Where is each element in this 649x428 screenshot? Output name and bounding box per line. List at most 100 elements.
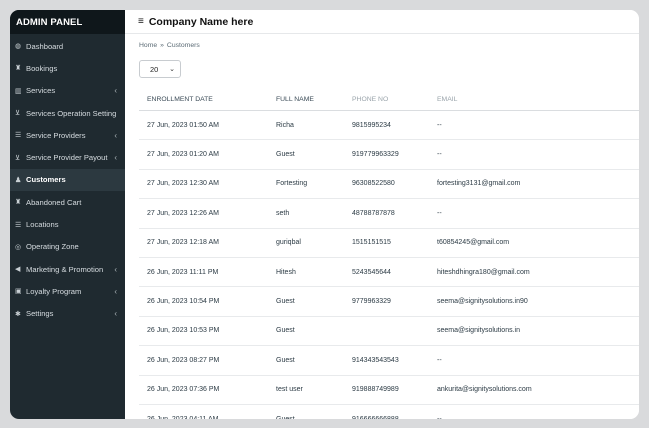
- cell-email: --: [437, 151, 442, 159]
- sidebar-item-services-operation-setting[interactable]: ⊻ Services Operation Setting: [10, 102, 125, 124]
- table-row[interactable]: 27 Jun, 2023 12:30 AM Fortesting 963085225…: [139, 170, 639, 200]
- cell-email: --: [437, 356, 442, 364]
- abandoned-cart-icon: ♜: [15, 199, 22, 207]
- list-icon: ☰: [15, 132, 22, 140]
- sidebar-item-label: Locations: [26, 220, 59, 230]
- customers-table: ENROLLMENT DATE FULL NAME PHONE NO EMAIL…: [139, 88, 639, 419]
- cart-icon: ⊻: [15, 110, 21, 118]
- chevron-left-icon: ‹: [114, 130, 117, 140]
- sidebar-item-dashboard[interactable]: ◍ Dashboard: [10, 35, 125, 57]
- sidebar: ADMIN PANEL ◍ Dashboard ♜ Bookings ▥ Services…: [10, 10, 125, 419]
- chevron-left-icon: ‹: [114, 153, 117, 163]
- table-row[interactable]: 26 Jun, 2023 10:54 PM Guest 9779963329 seem…: [139, 287, 639, 317]
- cell-full-name: test user: [276, 386, 303, 394]
- cell-email: t60854245@gmail.com: [437, 239, 510, 247]
- cell-enrollment-date: 26 Jun, 2023 10:53 PM: [147, 327, 220, 335]
- cell-enrollment-date: 26 Jun, 2023 11:11 PM: [147, 268, 219, 276]
- company-name: Company Name here: [148, 15, 254, 28]
- sidebar-item-customers[interactable]: ♟ Customers: [10, 168, 125, 192]
- sidebar-item-label: Marketing & Promotion: [26, 264, 104, 274]
- cell-full-name: Richa: [276, 121, 294, 129]
- users-icon: ♟: [15, 176, 22, 184]
- sidebar-item-locations[interactable]: ☰ Locations: [10, 213, 125, 235]
- breadcrumb-current: Customers: [166, 42, 200, 49]
- sidebar-item-label: Services: [26, 86, 56, 96]
- sidebar-item-loyalty-program[interactable]: ▣ Loyalty Program ‹: [10, 280, 125, 302]
- chevron-left-icon: ‹: [114, 309, 117, 319]
- sidebar-item-service-providers[interactable]: ☰ Service Providers ‹: [10, 124, 125, 146]
- column-header-phone-no[interactable]: PHONE NO: [352, 96, 437, 103]
- cell-email: seema@signitysolutions.in90: [437, 298, 528, 306]
- cell-email: fortesting3131@gmail.com: [437, 180, 521, 188]
- cell-email: --: [437, 416, 639, 419]
- cart-icon: ⊻: [15, 154, 21, 162]
- cell-full-name: seth: [276, 209, 290, 217]
- cell-full-name: Guest: [276, 151, 295, 159]
- table-row[interactable]: 26 Jun, 2023 07:36 PM test user 9198887499…: [139, 376, 639, 405]
- gear-icon: ✱: [15, 310, 21, 318]
- megaphone-icon: ◀: [15, 266, 21, 274]
- cell-email: ankurita@signitysolutions.com: [437, 386, 532, 394]
- cell-enrollment-date: 27 Jun, 2023 01:50 AM: [147, 121, 219, 129]
- cell-full-name: Hitesh: [276, 268, 296, 276]
- topbar: ≡ Company Name here: [125, 10, 639, 34]
- cell-phone-no: 916666666888: [352, 416, 437, 419]
- sidebar-item-abandoned-cart[interactable]: ♜ Abandoned Cart: [10, 191, 125, 213]
- sidebar-item-marketing-promotion[interactable]: ◀ Marketing & Promotion ‹: [10, 258, 125, 280]
- cell-full-name: Guest: [276, 327, 295, 335]
- sidebar-item-label: Customers: [26, 175, 66, 185]
- cell-phone-no: 5243545644: [352, 268, 391, 276]
- cell-phone-no: 914343543543: [352, 356, 399, 364]
- cell-enrollment-date: 26 Jun, 2023 08:27 PM: [147, 356, 220, 364]
- cell-enrollment-date: 27 Jun, 2023 01:20 AM: [147, 151, 219, 159]
- cell-full-name: Fortesting: [276, 180, 308, 188]
- table-row[interactable]: 27 Jun, 2023 01:20 AM Guest 919779963329 --: [139, 140, 639, 170]
- app-window: ADMIN PANEL ◍ Dashboard ♜ Bookings ▥ Services…: [10, 10, 639, 419]
- services-icon: ▥: [15, 87, 22, 95]
- hamburger-menu-icon[interactable]: ≡: [138, 16, 144, 27]
- column-header-email[interactable]: EMAIL: [437, 96, 639, 103]
- cell-enrollment-date: 27 Jun, 2023 12:30 AM: [147, 180, 219, 188]
- sidebar-item-services[interactable]: ▥ Services ‹: [10, 80, 125, 102]
- table-row[interactable]: 26 Jun, 2023 08:27 PM Guest 914343543543 --: [139, 346, 639, 376]
- cell-email: seema@signitysolutions.in: [437, 327, 520, 335]
- column-header-full-name[interactable]: FULL NAME: [276, 96, 352, 103]
- sidebar-item-label: Operating Zone: [26, 242, 79, 252]
- table-row[interactable]: 26 Jun, 2023 04:11 AMGuest916666666888--: [139, 405, 639, 419]
- cell-email: hiteshdhingra180@gmail.com: [437, 268, 530, 276]
- cell-phone-no: 1515151515: [352, 239, 391, 247]
- sidebar-title: ADMIN PANEL: [10, 10, 125, 34]
- table-row[interactable]: 26 Jun, 2023 10:53 PM Guest seema@signitys…: [139, 317, 639, 347]
- table-header-row: ENROLLMENT DATE FULL NAME PHONE NO EMAIL: [139, 88, 639, 111]
- cell-enrollment-date: 26 Jun, 2023 04:11 AM: [139, 416, 276, 419]
- sidebar-item-label: Dashboard: [26, 41, 64, 51]
- sidebar-item-settings[interactable]: ✱ Settings ‹: [10, 303, 125, 325]
- page-size-select[interactable]: 20 ⌄: [139, 60, 181, 78]
- sidebar-item-service-provider-payout[interactable]: ⊻ Service Provider Payout ‹: [10, 146, 125, 168]
- page-size-value: 20: [150, 64, 159, 74]
- cell-phone-no: 9779963329: [352, 298, 391, 306]
- cell-enrollment-date: 27 Jun, 2023 12:26 AM: [147, 209, 219, 217]
- cell-phone-no: 919779963329: [352, 151, 399, 159]
- cell-phone-no: 48788787878: [352, 209, 395, 217]
- table-row[interactable]: 27 Jun, 2023 01:50 AM Richa 9815995234 --: [139, 111, 639, 141]
- column-header-enrollment-date[interactable]: ENROLLMENT DATE: [139, 96, 276, 103]
- main-content: ≡ Company Name here Home» Customers 20 ⌄ …: [125, 10, 639, 419]
- breadcrumb: Home» Customers: [125, 34, 639, 58]
- sidebar-item-bookings[interactable]: ♜ Bookings: [10, 57, 125, 79]
- sidebar-item-label: Service Provider Payout: [26, 153, 108, 163]
- cell-email: --: [437, 121, 442, 129]
- table-row[interactable]: 27 Jun, 2023 12:18 AM guriqbal 1515151515 t…: [139, 229, 639, 258]
- zone-icon: ◎: [15, 243, 22, 251]
- table-row[interactable]: 26 Jun, 2023 11:11 PM Hitesh 5243545644 hit…: [139, 258, 639, 288]
- sidebar-item-label: Service Providers: [26, 130, 86, 140]
- cell-phone-no: 919888749989: [352, 386, 399, 394]
- sidebar-item-operating-zone[interactable]: ◎ Operating Zone: [10, 236, 125, 258]
- chevron-left-icon: ‹: [114, 86, 117, 96]
- table-row[interactable]: 27 Jun, 2023 12:26 AM seth 48788787878 --: [139, 199, 639, 229]
- cell-email: --: [437, 209, 442, 217]
- sidebar-item-label: Services Operation Setting: [26, 108, 117, 118]
- chevron-down-icon: ⌄: [169, 66, 175, 73]
- sidebar-nav: ◍ Dashboard ♜ Bookings ▥ Services ‹ ⊻ Services O…: [10, 34, 125, 325]
- breadcrumb-home-link[interactable]: Home: [139, 42, 157, 49]
